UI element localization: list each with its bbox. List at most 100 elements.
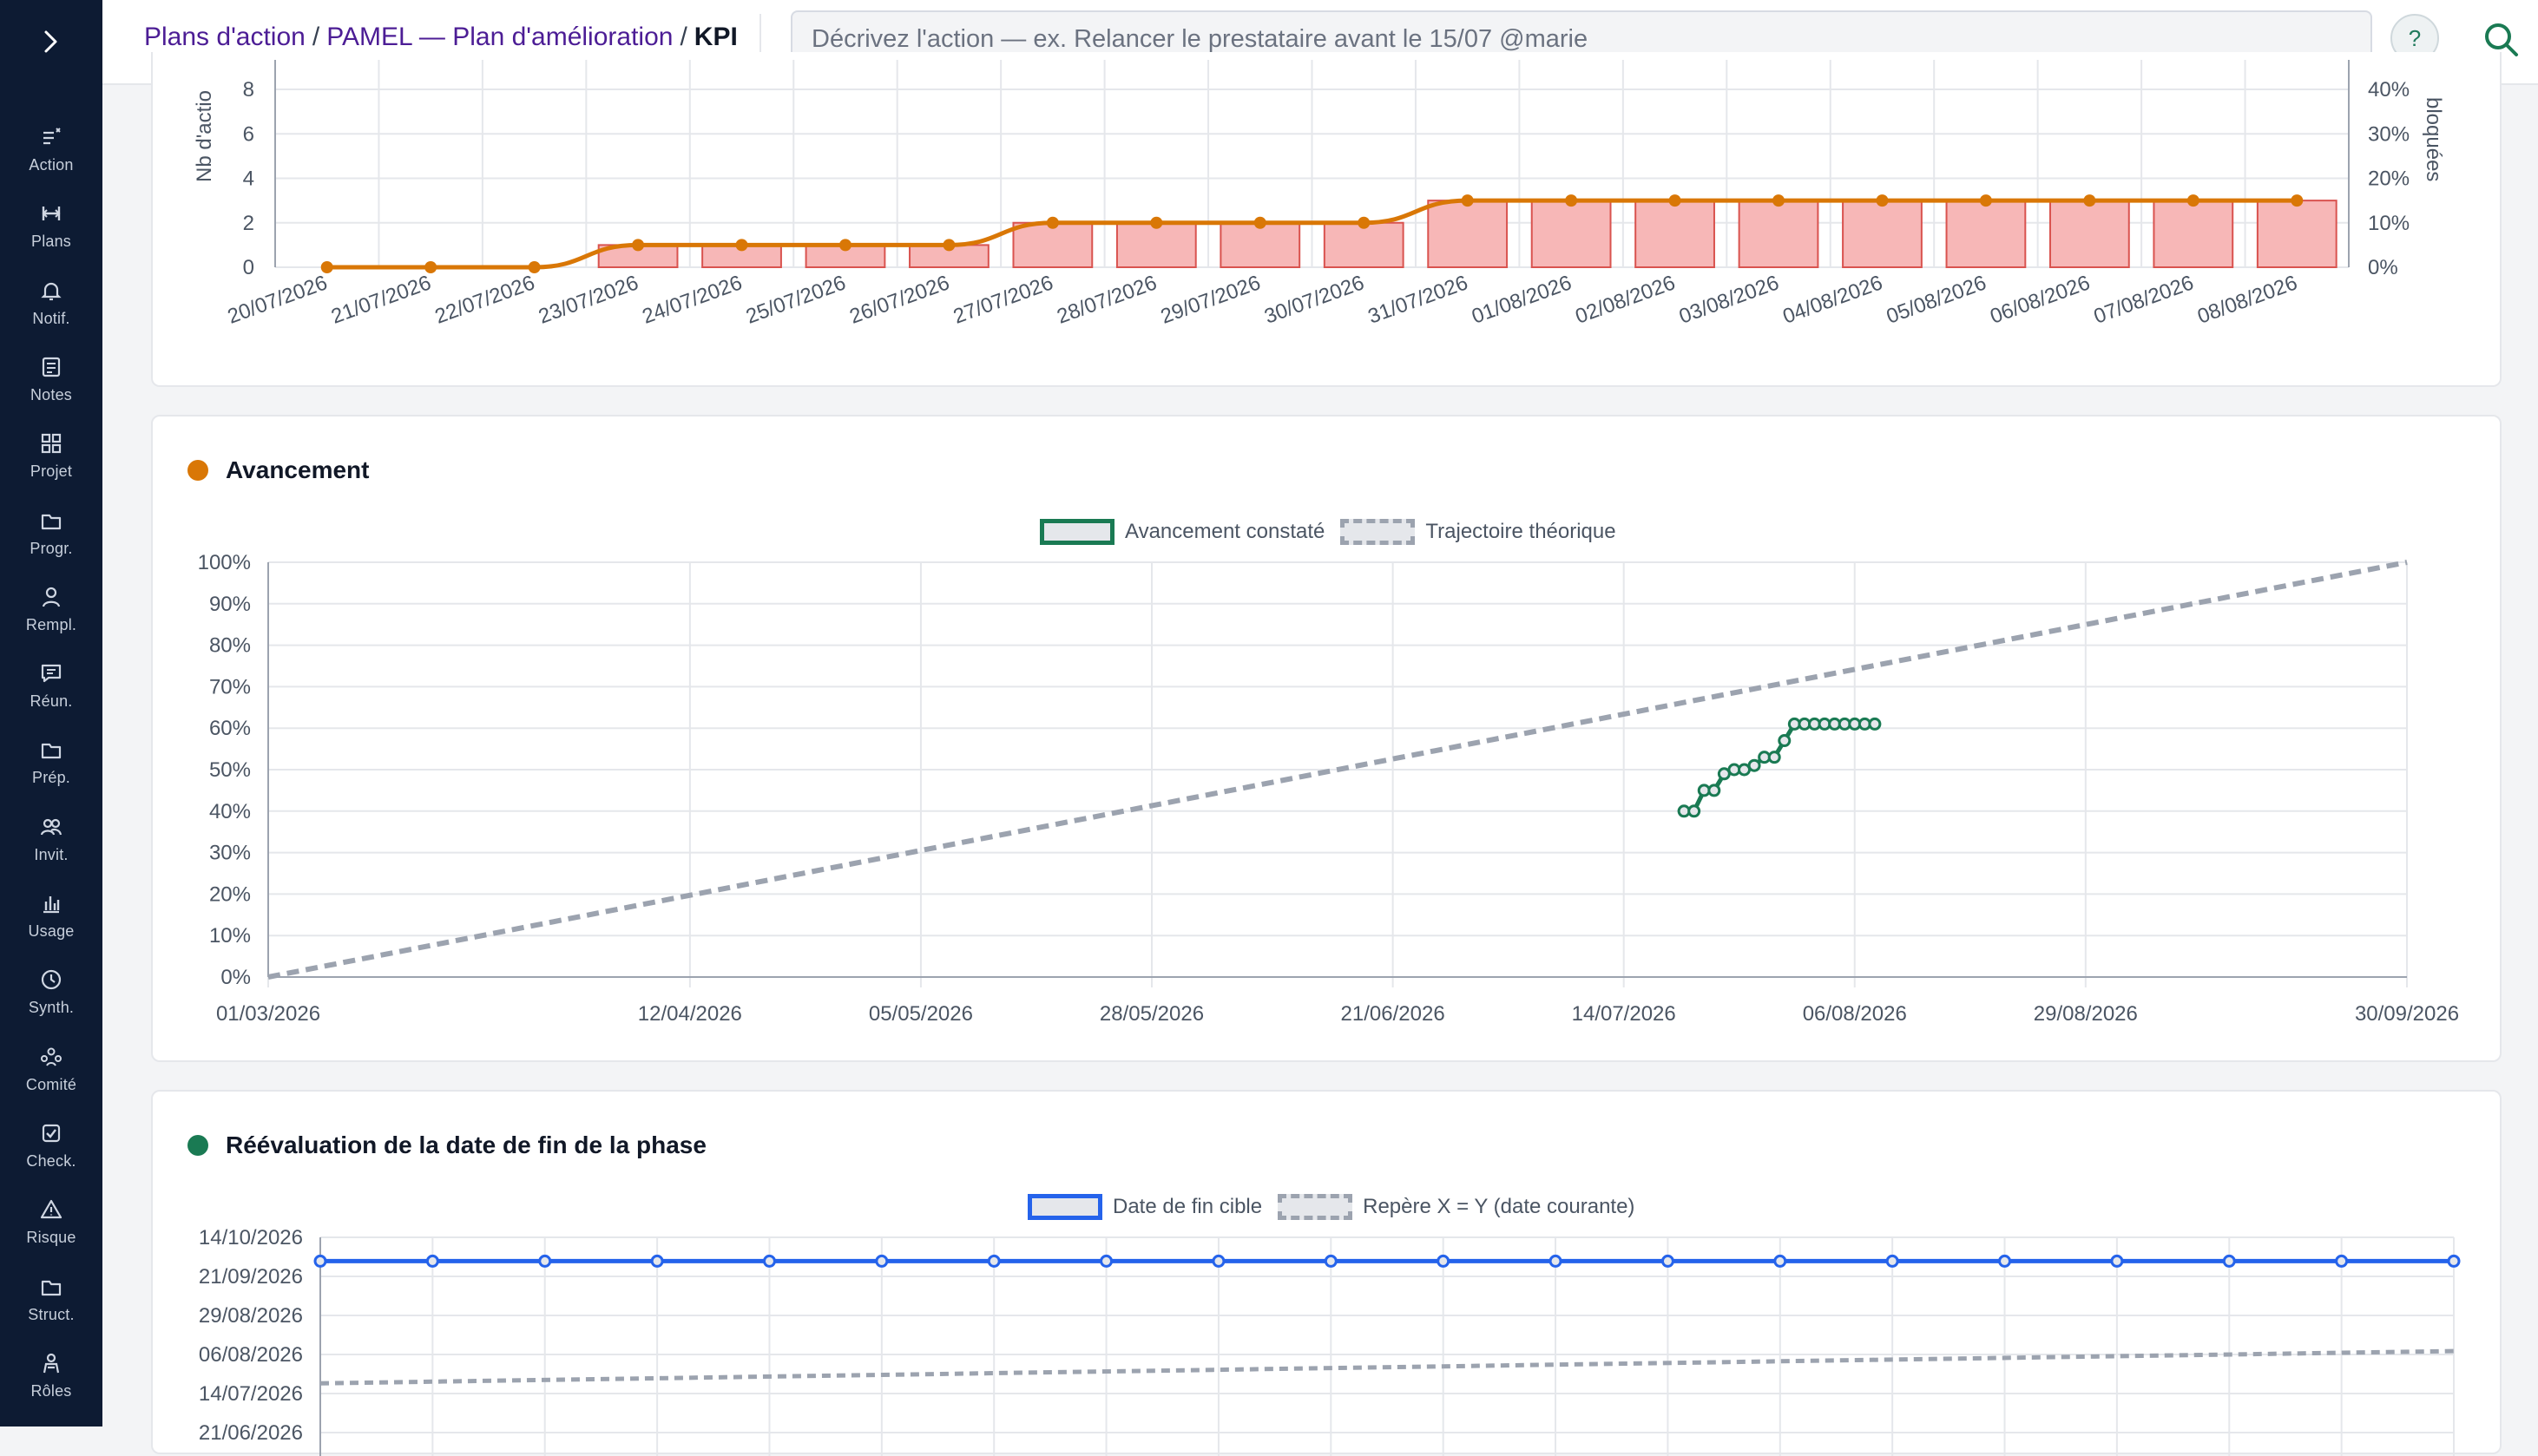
target-point <box>875 1254 889 1268</box>
x-tick-label: 07/08/2026 <box>2091 271 2197 328</box>
users-icon <box>40 818 62 836</box>
bar <box>2153 200 2234 268</box>
target-point <box>1100 1254 1114 1268</box>
sidebar-item-prép[interactable]: Prép. <box>0 734 102 807</box>
x-tick-label: 04/08/2026 <box>1779 271 1885 328</box>
plans-icon <box>42 207 61 221</box>
folder-icon <box>41 514 62 529</box>
clock-icon <box>41 970 62 990</box>
y-tick-label: 50% <box>209 758 251 782</box>
x-tick-label: 22/07/2026 <box>432 271 538 328</box>
y2-axis-title: bloquées <box>2422 97 2445 181</box>
bar <box>1323 221 1404 268</box>
y-tick-label: 4 <box>243 167 254 191</box>
chevron-right-icon <box>44 30 57 53</box>
breadcrumb-item-plan[interactable]: PAMEL — Plan d'amélioration <box>326 23 673 51</box>
target-point <box>425 1254 439 1268</box>
target-point <box>987 1254 1001 1268</box>
y-tick-label: 29/08/2026 <box>199 1304 303 1328</box>
sidebar-item-rempl[interactable]: Rempl. <box>0 581 102 654</box>
end-date-chart: 14/10/2026 21/09/2026 29/08/2026 06/08/2026… <box>199 1226 2461 1456</box>
sidebar-item-notif[interactable]: Notif. <box>0 275 102 348</box>
sidebar-item-label: Plans <box>30 233 72 251</box>
sidebar-item-progr[interactable]: Progr. <box>0 505 102 578</box>
sidebar-item-rôles[interactable]: Rôles <box>0 1348 102 1420</box>
y-tick-label: 8 <box>243 78 254 102</box>
sidebar-item-label: Check. <box>26 1151 76 1170</box>
sidebar-item-label: Notes <box>30 385 73 403</box>
bar <box>1738 200 1819 268</box>
target-point <box>762 1254 776 1268</box>
bar <box>1427 200 1509 268</box>
line-point <box>2083 194 2096 207</box>
breadcrumb-item-plans[interactable]: Plans d'action <box>144 23 306 51</box>
y-tick-label: 06/08/2026 <box>199 1343 303 1367</box>
line-point <box>1150 216 1163 229</box>
y-tick-label: 70% <box>209 675 251 698</box>
target-point <box>1660 1254 1674 1268</box>
sidebar-toggle-button[interactable] <box>0 0 102 83</box>
sidebar-item-plans[interactable]: Plans <box>0 198 102 271</box>
x-tick-label: 28/07/2026 <box>1054 271 1160 328</box>
line-point <box>1668 194 1681 207</box>
x-tick-label: 31/07/2026 <box>1365 271 1471 328</box>
y2-tick-label: 20% <box>2368 167 2410 191</box>
x-tick-label: 14/07/2026 <box>1572 1002 1676 1026</box>
line-point <box>1565 194 1578 207</box>
line-point <box>943 239 956 252</box>
x-tick-label: 21/06/2026 <box>1341 1002 1445 1026</box>
y-tick-label: 2 <box>243 212 254 235</box>
sidebar-item-usage[interactable]: Usage <box>0 888 102 961</box>
line-point <box>528 261 541 273</box>
y2-tick-label: 40% <box>2368 78 2410 102</box>
sidebar-item-action[interactable]: Action <box>0 121 102 194</box>
x-tick-label: 21/07/2026 <box>328 271 434 328</box>
target-point <box>1998 1254 2012 1268</box>
sidebar-item-projet[interactable]: Projet <box>0 428 102 501</box>
bar <box>1842 200 1923 268</box>
line-point <box>735 239 748 252</box>
reference-line <box>319 1348 2455 1386</box>
sidebar-item-notes[interactable]: Notes <box>0 351 102 424</box>
bar <box>1945 200 2027 268</box>
x-tick-label: 05/05/2026 <box>869 1002 973 1026</box>
line-point <box>1253 216 1266 229</box>
sidebar-item-réun[interactable]: Réun. <box>0 658 102 731</box>
line-point <box>1358 216 1371 229</box>
y-tick-label: 80% <box>209 634 251 658</box>
sidebar-item-risque[interactable]: Risque <box>0 1194 102 1267</box>
bar <box>2256 200 2337 268</box>
x-tick-label: 20/07/2026 <box>225 271 331 328</box>
sidebar-item-invit[interactable]: Invit. <box>0 811 102 884</box>
target-point <box>650 1254 664 1268</box>
sidebar-item-struct[interactable]: Struct. <box>0 1271 102 1344</box>
x-tick-label: 06/08/2026 <box>1987 271 2093 328</box>
sidebar-item-label: Notif. <box>32 309 70 327</box>
line-point <box>838 239 851 252</box>
folder-icon <box>41 744 62 759</box>
x-tick-label: 05/08/2026 <box>1884 271 1989 328</box>
sidebar-item-check[interactable]: Check. <box>0 1118 102 1190</box>
chat-icon <box>41 664 62 683</box>
bell-icon <box>41 282 62 300</box>
sidebar-item-label: Prép. <box>31 769 71 787</box>
target-point <box>2222 1254 2236 1268</box>
sidebar-item-comité[interactable]: Comité <box>0 1041 102 1114</box>
target-point <box>313 1254 327 1268</box>
progress-chart: 0% 10% 20% 30% 40% 50% 60% 70% 80% 90% 100% 01/03/2… <box>198 551 2459 1026</box>
x-tick-label: 29/08/2026 <box>2034 1002 2138 1026</box>
sidebar-item-synth[interactable]: Synth. <box>0 964 102 1037</box>
x-tick-label: 12/04/2026 <box>638 1002 742 1026</box>
note-icon <box>42 357 61 377</box>
line-point <box>2186 194 2199 207</box>
y2-tick-label: 10% <box>2368 212 2410 235</box>
sidebar-item-label: Synth. <box>28 999 75 1017</box>
grid-icon <box>41 434 62 454</box>
checkbox-icon <box>42 1124 61 1142</box>
line-point <box>632 239 645 252</box>
target-point <box>1885 1254 1899 1268</box>
breadcrumb-separator: / <box>312 23 320 51</box>
x-tick-label: 06/08/2026 <box>1803 1002 1907 1026</box>
y-tick-label: 0 <box>243 256 254 279</box>
blocked-actions-chart: 0 2 4 6 8 0% 10% 20% 30% 40% Nb d'actio bloquées 20/… <box>193 60 2445 329</box>
